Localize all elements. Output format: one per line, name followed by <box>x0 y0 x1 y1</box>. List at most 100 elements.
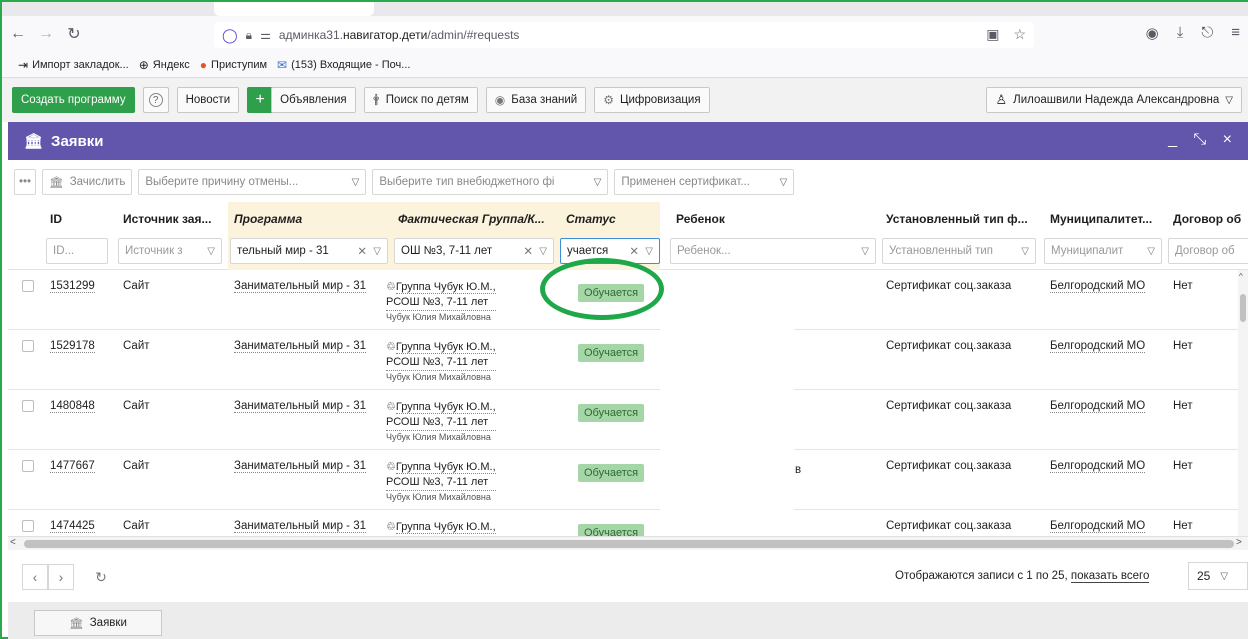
row-municipality[interactable]: Белгородский МО <box>1050 340 1146 353</box>
row-group[interactable]: ♲Группа Чубук Ю.М., РСОШ №3, 7-11 лет Чубу… <box>386 460 496 503</box>
search-children-button[interactable]: 🛉︎ Поиск по детям <box>363 87 478 113</box>
more-button[interactable]: ••• <box>14 169 37 195</box>
extensions-icon[interactable]: ⎋ <box>1201 24 1213 42</box>
clear-icon[interactable]: ✕ <box>523 244 533 258</box>
browser-tab[interactable] <box>214 2 374 16</box>
column-id[interactable]: ID <box>50 212 62 226</box>
horizontal-scroll-thumb[interactable] <box>24 540 1234 548</box>
column-contract[interactable]: Договор об <box>1173 212 1241 226</box>
horizontal-scrollbar[interactable]: < > <box>8 536 1248 550</box>
filter-municipality[interactable]: Муниципалит ▽ <box>1044 238 1162 264</box>
column-source[interactable]: Источник зая... <box>123 212 211 226</box>
column-child[interactable]: Ребенок <box>676 212 725 226</box>
row-municipality[interactable]: Белгородский МО <box>1050 460 1146 473</box>
bookmark-item[interactable]: ⊕ Яндекс <box>139 58 190 72</box>
bookmark-item[interactable]: ⇥ Импорт закладок... <box>18 58 129 72</box>
vertical-scrollbar[interactable]: ^ <box>1238 270 1248 536</box>
column-status[interactable]: Статус <box>566 212 616 226</box>
taskbar-requests-button[interactable]: 🏛︎ Заявки <box>34 610 162 636</box>
certificate-select[interactable]: Применен сертификат... ▽ <box>614 169 795 195</box>
row-source: Сайт <box>123 280 150 292</box>
url-bar[interactable]: ◯ 🔒︎ ⚌ админка31.навигатор.дети/admin/#r… <box>214 22 1034 48</box>
row-checkbox[interactable] <box>22 340 34 352</box>
menu-icon[interactable]: ≡ <box>1231 24 1240 42</box>
cancel-reason-select[interactable]: Выберите причину отмены... ▽ <box>138 169 367 195</box>
row-checkbox[interactable] <box>22 280 34 292</box>
create-program-button[interactable]: Создать программу <box>12 87 135 113</box>
show-all-link[interactable]: показать всего <box>1070 570 1150 583</box>
clear-icon[interactable]: ✕ <box>357 244 367 258</box>
scroll-left-icon[interactable]: < <box>10 537 16 548</box>
filter-contract[interactable]: Договор об <box>1168 238 1248 264</box>
announcements-button[interactable]: Объявления <box>271 87 356 113</box>
back-icon[interactable]: ← <box>6 22 30 46</box>
filter-bar: ••• 🏛︎ Зачислить Выберите причину отмены.… <box>8 164 1248 200</box>
row-municipality[interactable]: Белгородский МО <box>1050 400 1146 413</box>
row-checkbox[interactable] <box>22 400 34 412</box>
row-program[interactable]: Занимательный мир - 31 <box>234 460 366 473</box>
bookmark-item[interactable]: ✉ (153) Входящие - Поч... <box>277 58 410 72</box>
filter-program[interactable]: тельный мир - 31 ✕ ▽ <box>230 238 388 264</box>
table-row[interactable]: 1477667 Сайт Занимательный мир - 31 ♲Гру… <box>8 450 1248 510</box>
reader-mode-icon[interactable]: ▣ <box>986 26 999 43</box>
refresh-button[interactable]: ↻ <box>88 564 114 590</box>
row-municipality[interactable]: Белгородский МО <box>1050 280 1146 293</box>
table-row[interactable]: 1480848 Сайт Занимательный мир - 31 ♲Гру… <box>8 390 1248 450</box>
row-checkbox[interactable] <box>22 460 34 472</box>
row-municipality[interactable]: Белгородский МО <box>1050 520 1146 533</box>
next-page-button[interactable]: › <box>48 564 74 590</box>
row-program[interactable]: Занимательный мир - 31 <box>234 340 366 353</box>
account-icon[interactable]: ◉ <box>1146 24 1159 42</box>
filter-source[interactable]: Источник з ▽ <box>118 238 222 264</box>
shield-icon: ◯ <box>222 26 238 43</box>
scroll-up-icon[interactable]: ^ <box>1239 272 1243 281</box>
add-button[interactable]: + <box>247 87 274 113</box>
row-id[interactable]: 1477667 <box>50 460 95 473</box>
row-group[interactable]: ♲Группа Чубук Ю.М., РСОШ №3, 7-11 лет Чубу… <box>386 280 496 323</box>
row-id[interactable]: 1480848 <box>50 400 95 413</box>
row-id[interactable]: 1531299 <box>50 280 95 293</box>
row-group[interactable]: ♲Группа Чубук Ю.М., РСОШ №3, 7-11 лет Чубу… <box>386 400 496 443</box>
row-group[interactable]: ♲Группа Чубук Ю.М., РСОШ №3, 7-11 лет Чубу… <box>386 340 496 383</box>
column-group[interactable]: Фактическая Группа/К... <box>398 212 545 226</box>
bookmark-star-icon[interactable]: ☆ <box>1013 26 1026 43</box>
column-municipality[interactable]: Муниципалитет... <box>1050 212 1152 226</box>
enroll-button[interactable]: 🏛︎ Зачислить <box>42 169 133 195</box>
clear-icon[interactable]: ✕ <box>629 244 639 258</box>
row-contract: Нет <box>1173 280 1193 292</box>
knowledge-base-button[interactable]: ◉ База знаний <box>485 87 587 113</box>
row-child: в <box>795 464 802 476</box>
bookmark-item[interactable]: ● Приступим <box>200 58 267 72</box>
scroll-right-icon[interactable]: > <box>1236 537 1242 548</box>
row-group[interactable]: ♲Группа Чубук Ю.М., <box>386 520 496 535</box>
reload-icon[interactable]: ↻ <box>62 22 86 46</box>
filter-fin-type[interactable]: Установленный тип ▽ <box>882 238 1036 264</box>
window-controls[interactable]: _ ⤡ × <box>1168 131 1238 149</box>
row-id[interactable]: 1529178 <box>50 340 95 353</box>
downloads-icon[interactable]: ⤓ <box>1177 24 1184 42</box>
filter-id[interactable]: ID... <box>46 238 108 264</box>
requests-icon: 🏛︎ <box>69 618 84 630</box>
digitalization-button[interactable]: ⚙ Цифровизация <box>594 87 710 113</box>
help-button[interactable]: ? <box>142 87 169 113</box>
page-size-select[interactable]: 25 ▽ <box>1188 562 1248 590</box>
news-button[interactable]: Новости <box>176 87 240 113</box>
row-program[interactable]: Занимательный мир - 31 <box>234 280 366 293</box>
budget-type-select[interactable]: Выберите тип внебюджетного фі ▽ <box>372 169 609 195</box>
column-program[interactable]: Программа <box>234 212 302 226</box>
row-checkbox[interactable] <box>22 520 34 532</box>
filter-child[interactable]: Ребенок... ▽ <box>670 238 876 264</box>
chevron-down-icon: ▽ <box>593 176 602 188</box>
table-row[interactable]: 1529178 Сайт Занимательный мир - 31 ♲Гру… <box>8 330 1248 390</box>
row-program[interactable]: Занимательный мир - 31 <box>234 400 366 413</box>
column-fin-type[interactable]: Установленный тип ф... <box>886 212 1028 226</box>
vertical-scroll-thumb[interactable] <box>1240 294 1246 322</box>
filter-group[interactable]: ОШ №3, 7-11 лет ✕ ▽ <box>394 238 554 264</box>
prev-page-button[interactable]: ‹ <box>22 564 48 590</box>
row-id[interactable]: 1474425 <box>50 520 95 533</box>
row-program[interactable]: Занимательный мир - 31 <box>234 520 366 533</box>
table-row[interactable]: 1474425 Сайт Занимательный мир - 31 ♲Гру… <box>8 510 1248 536</box>
forward-icon[interactable]: → <box>34 22 58 46</box>
row-contract: Нет <box>1173 340 1193 352</box>
user-menu-button[interactable]: ♙ Лилоашвили Надежда Александровна ▽ <box>986 87 1242 113</box>
